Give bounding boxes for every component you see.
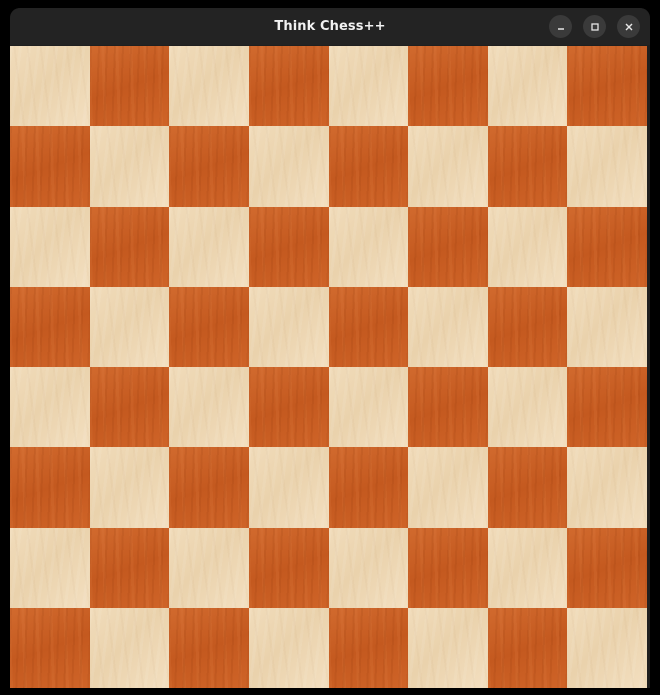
square-a4[interactable] [10, 367, 90, 448]
minimize-button[interactable] [549, 15, 572, 38]
square-a1[interactable] [10, 607, 90, 688]
square-e5[interactable] [328, 286, 409, 367]
square-d4[interactable] [248, 367, 329, 448]
square-e3[interactable] [328, 447, 409, 528]
title-bar[interactable]: Think Chess++ [10, 8, 650, 45]
square-g6[interactable] [487, 206, 568, 287]
square-h3[interactable] [567, 447, 647, 528]
square-c2[interactable] [169, 527, 249, 608]
square-a2[interactable] [10, 527, 90, 608]
square-d7[interactable] [248, 126, 329, 207]
square-b5[interactable] [89, 286, 170, 367]
square-c5[interactable] [169, 286, 249, 367]
square-g4[interactable] [487, 367, 568, 448]
square-b6[interactable] [89, 206, 170, 287]
close-button[interactable] [617, 15, 640, 38]
square-f3[interactable] [408, 447, 488, 528]
square-a5[interactable] [10, 286, 90, 367]
square-f4[interactable] [408, 367, 488, 448]
square-h6[interactable] [567, 206, 647, 287]
square-b2[interactable] [89, 527, 170, 608]
square-h4[interactable] [567, 367, 647, 448]
close-icon [624, 22, 634, 32]
square-b8[interactable] [89, 46, 170, 127]
square-h1[interactable] [567, 607, 647, 688]
square-c8[interactable] [169, 46, 249, 127]
square-h2[interactable] [567, 527, 647, 608]
square-c7[interactable] [169, 126, 249, 207]
square-d3[interactable] [248, 447, 329, 528]
square-a8[interactable] [10, 46, 90, 127]
square-e6[interactable] [328, 206, 409, 287]
square-d2[interactable] [248, 527, 329, 608]
minimize-icon [556, 22, 566, 32]
square-f5[interactable] [408, 286, 488, 367]
square-b7[interactable] [89, 126, 170, 207]
maximize-button[interactable] [583, 15, 606, 38]
square-c3[interactable] [169, 447, 249, 528]
square-a3[interactable] [10, 447, 90, 528]
square-g7[interactable] [487, 126, 568, 207]
square-f1[interactable] [408, 607, 488, 688]
square-b4[interactable] [89, 367, 170, 448]
square-d8[interactable] [248, 46, 329, 127]
square-h8[interactable] [567, 46, 647, 127]
square-d5[interactable] [248, 286, 329, 367]
square-c6[interactable] [169, 206, 249, 287]
square-g1[interactable] [487, 607, 568, 688]
app-window: Think Chess++ [10, 8, 650, 688]
square-g5[interactable] [487, 286, 568, 367]
square-d1[interactable] [248, 607, 329, 688]
square-e4[interactable] [328, 367, 409, 448]
square-c1[interactable] [169, 607, 249, 688]
square-g8[interactable] [487, 46, 568, 127]
window-controls [549, 15, 640, 38]
square-b3[interactable] [89, 447, 170, 528]
square-f8[interactable] [408, 46, 488, 127]
square-a7[interactable] [10, 126, 90, 207]
maximize-icon [590, 22, 600, 32]
square-e8[interactable] [328, 46, 409, 127]
square-g2[interactable] [487, 527, 568, 608]
chess-board [10, 46, 647, 688]
square-b1[interactable] [89, 607, 170, 688]
square-f6[interactable] [408, 206, 488, 287]
square-e2[interactable] [328, 527, 409, 608]
square-c4[interactable] [169, 367, 249, 448]
square-g3[interactable] [487, 447, 568, 528]
square-h7[interactable] [567, 126, 647, 207]
square-d6[interactable] [248, 206, 329, 287]
square-h5[interactable] [567, 286, 647, 367]
square-f2[interactable] [408, 527, 488, 608]
square-e7[interactable] [328, 126, 409, 207]
square-a6[interactable] [10, 206, 90, 287]
window-title: Think Chess++ [274, 19, 386, 34]
square-f7[interactable] [408, 126, 488, 207]
square-e1[interactable] [328, 607, 409, 688]
